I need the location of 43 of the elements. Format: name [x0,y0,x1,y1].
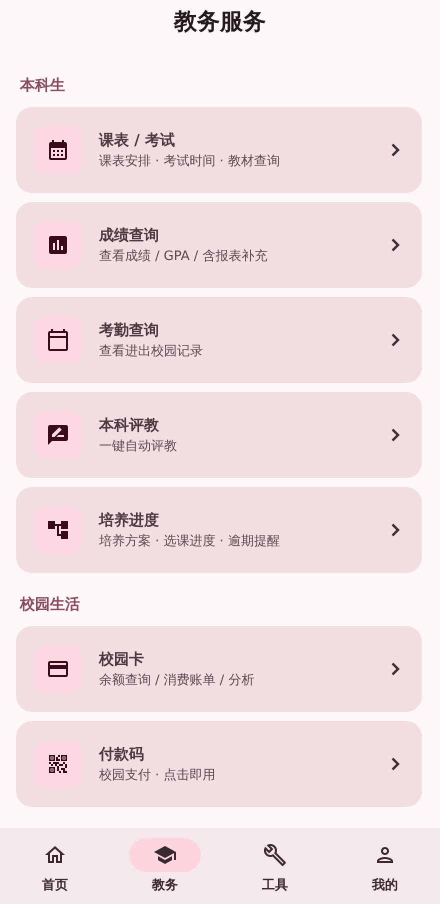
item-subtitle: 培养方案 · 选课进度 · 逾期提醒 [99,532,281,550]
calendar-icon [46,328,70,352]
item-title: 成绩查询 [99,226,160,244]
nav-tab[interactable]: 我的 [330,838,440,894]
item-subtitle: 余额查询 / 消费账单 / 分析 [99,672,256,688]
item-title: 培养进度 [99,510,160,530]
section-heading: 校园生活 [18,594,81,615]
bar-chart-icon [46,233,70,257]
nav-tab[interactable]: 首页 [0,838,110,894]
item-subtitle: 查看成绩 / GPA / 含报表补充 [99,248,268,264]
item-subtitle: 课表安排 · 考试时间 · 教材查询 [99,152,281,170]
nav-tab[interactable]: 工具 [220,838,330,894]
item-title: 本科评教 [99,416,160,434]
tree-icon [46,518,70,542]
qr-code-icon [46,752,70,776]
menu-card[interactable]: 考勤查询 查看进出校园记录 [16,297,422,383]
item-title: 付款码 [99,744,145,764]
item-title: 考勤查询 [99,320,160,340]
chevron-icon [391,523,400,537]
calendar-icon [46,138,70,162]
wrench-icon [263,843,287,867]
section-heading: 本科生 [18,75,66,96]
item-title: 校园卡 [99,650,145,668]
item-title: 课表 / 考试 [99,130,176,150]
pen-message-icon [46,423,70,447]
chevron-icon [391,143,400,157]
chevron-icon [391,757,400,771]
chevron-icon [391,428,400,442]
menu-card[interactable]: 本科评教 一键自动评教 [16,392,422,478]
chevron-icon [391,662,400,676]
menu-card[interactable]: 付款码 校园支付 · 点击即用 [16,721,422,807]
menu-card[interactable]: 培养进度 培养方案 · 选课进度 · 逾期提醒 [16,487,422,573]
graduation-cap-icon [153,843,177,867]
chevron-icon [391,238,400,252]
item-subtitle: 校园支付 · 点击即用 [99,766,216,784]
menu-card[interactable]: 课表 / 考试 课表安排 · 考试时间 · 教材查询 [16,107,422,193]
item-subtitle: 一键自动评教 [99,438,178,454]
nav-tab[interactable]: 教务 [110,838,220,894]
item-subtitle: 查看进出校园记录 [99,342,204,360]
menu-card[interactable]: 校园卡 余额查询 / 消费账单 / 分析 [16,626,422,712]
chevron-icon [391,333,400,347]
menu-card[interactable]: 成绩查询 查看成绩 / GPA / 含报表补充 [16,202,422,288]
page-title: 教务服务 [172,8,267,37]
